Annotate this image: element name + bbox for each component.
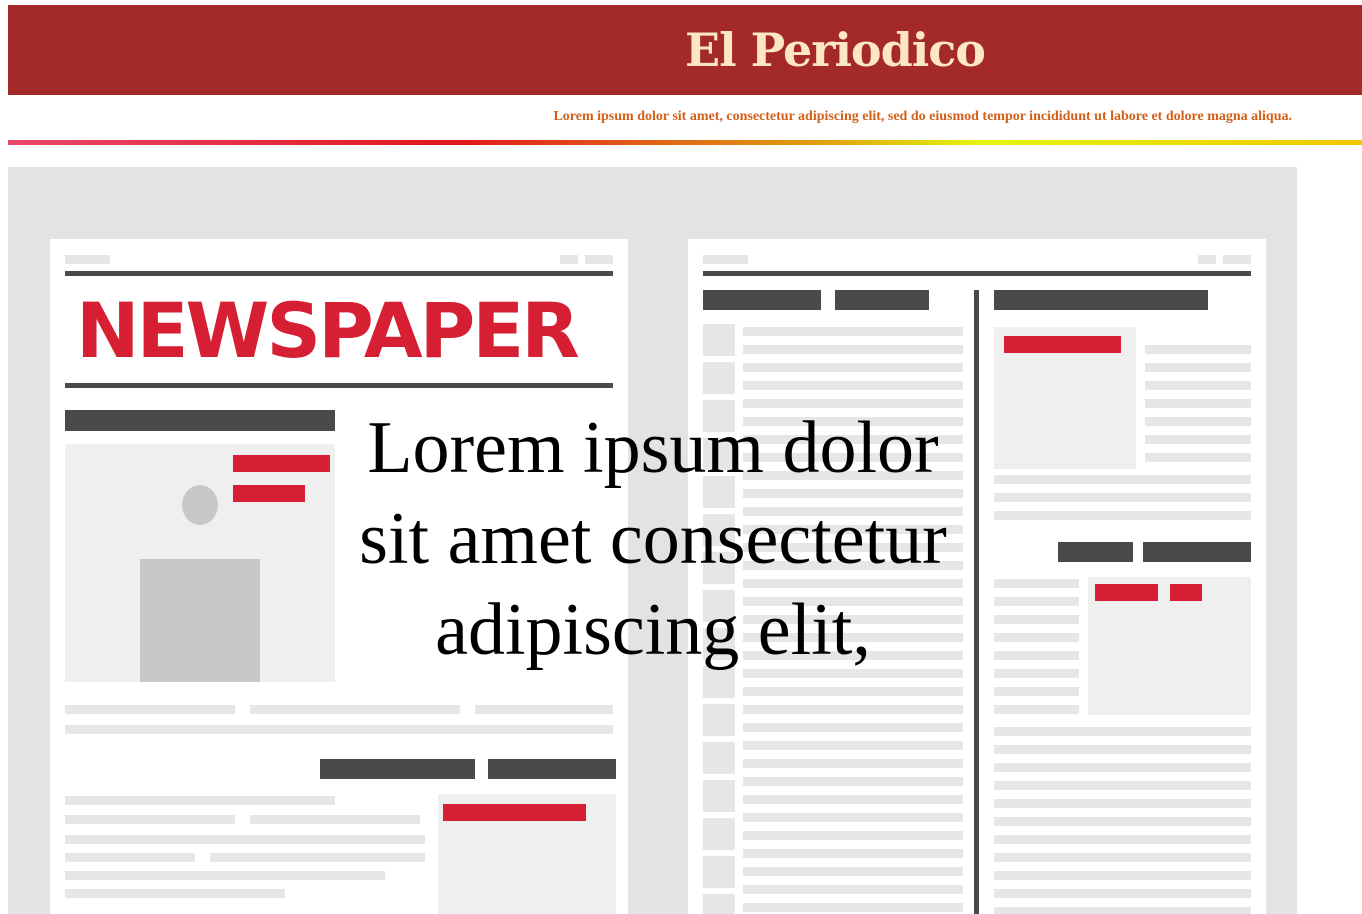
- gradient-divider: [8, 140, 1362, 145]
- site-tagline: Lorem ipsum dolor sit amet, consectetur …: [553, 109, 1292, 124]
- newspaper-masthead: NEWSPAPER: [76, 286, 580, 375]
- site-header: El Periodico: [8, 5, 1362, 95]
- hero-newspaper-image: NEWSPAPER Lorem ipsum dolor sit amet con…: [8, 167, 1297, 914]
- site-title: El Periodico: [685, 23, 986, 77]
- hero-overlay-text: Lorem ipsum dolor sit amet consectetur a…: [359, 407, 947, 671]
